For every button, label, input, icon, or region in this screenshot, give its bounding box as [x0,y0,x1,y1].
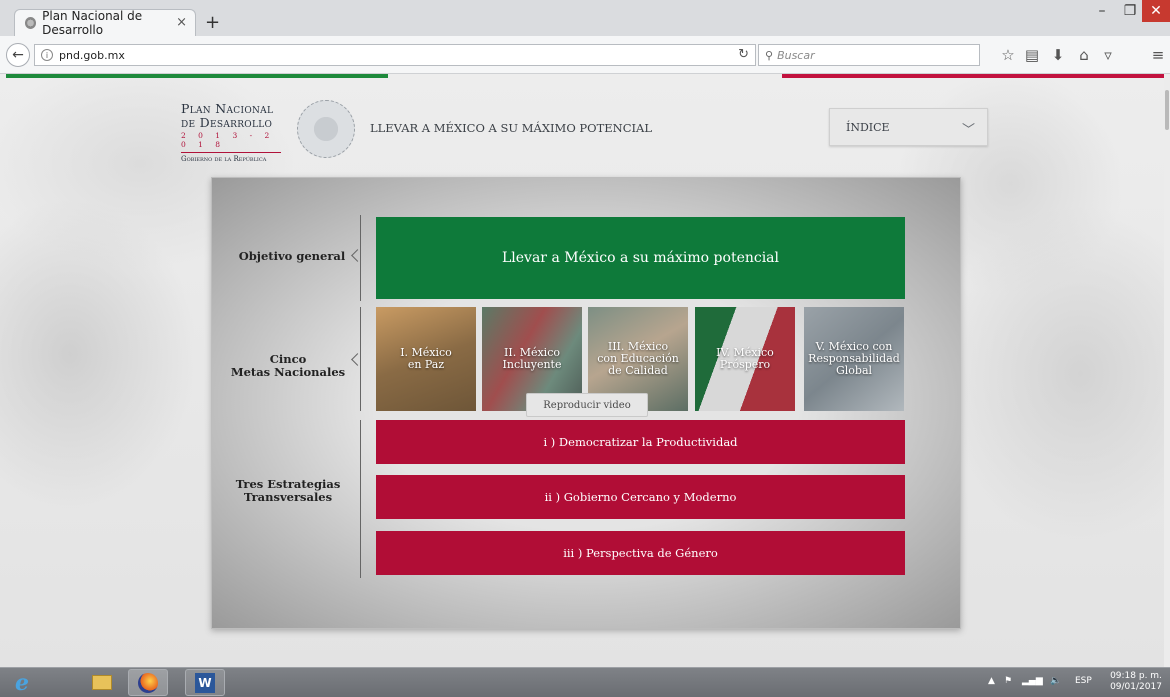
goal-3-line3: de Calidad [608,364,668,377]
windows-taskbar: e W ▲ ⚑ ▂▄▆ 🔈 ESP 09:18 p. m. 09/01/2017 [0,667,1170,697]
strategy-3-button[interactable]: iii ) Perspectiva de Género [376,531,905,575]
goal-2-line2: Incluyente [502,358,562,371]
search-icon: ⚲ [765,48,774,62]
system-clock[interactable]: 09:18 p. m. 09/01/2017 [1104,671,1168,693]
menu-icon[interactable]: ≡ [1148,46,1168,64]
goal-card-5[interactable]: V. México con Responsabilidad Global [804,307,904,411]
logo-rule [181,152,281,153]
strategy-1-button[interactable]: i ) Democratizar la Productividad [376,420,905,464]
back-button[interactable]: ← [6,43,30,67]
goals-label: Cinco Metas Nacionales [220,353,356,379]
goal-card-4[interactable]: IV. México Próspero [695,307,795,411]
goal-card-1[interactable]: I. México en Paz [376,307,476,411]
star-icon[interactable]: ☆ [998,46,1018,64]
strategy-2-button[interactable]: ii ) Gobierno Cercano y Moderno [376,475,905,519]
search-placeholder: Buscar [777,48,815,62]
pocket-icon[interactable]: ▿ [1098,46,1118,64]
new-tab-button[interactable]: + [205,12,220,33]
home-icon[interactable]: ⌂ [1074,46,1094,64]
language-indicator[interactable]: ESP [1075,676,1092,686]
window-maximize-button[interactable]: ❐ [1116,0,1144,22]
goal-1-line2: en Paz [407,358,445,371]
logo-years: 2 0 1 3 - 2 0 1 8 [181,131,275,149]
red-stripe [782,74,1166,78]
goals-label-line2: Metas Nacionales [230,365,346,379]
address-bar[interactable]: i pnd.gob.mx ↻ [34,44,756,66]
page-slogan: LLEVAR A MÉXICO A SU MÁXIMO POTENCIAL [370,121,652,135]
internet-explorer-icon[interactable]: e [2,669,42,696]
goals-bracket [351,307,364,411]
back-icon: ← [12,47,24,63]
browser-tabbar: Plan Nacional de Desarrollo × + – ❐ ✕ [0,0,1170,37]
strategies-label-line2: Transversales [243,490,333,504]
tab-title: Plan Nacional de Desarrollo [42,9,143,37]
goal-5-line3: Global [835,364,873,377]
window-close-button[interactable]: ✕ [1142,0,1170,22]
tab-close-icon[interactable]: × [176,15,187,30]
favicon-icon [25,17,37,29]
window-minimize-button[interactable]: – [1088,0,1116,22]
browser-navbar: ← i pnd.gob.mx ↻ ⚲ Buscar ☆ ▤ ⬇ ⌂ ▿ ≡ [0,36,1170,74]
green-stripe [6,74,388,78]
reading-list-icon[interactable]: ▤ [1022,46,1042,64]
flag-icon[interactable]: ⚑ [1004,676,1012,686]
chevron-down-icon: ﹀ [961,123,975,138]
page-content: Plan Nacional de Desarrollo 2 0 1 3 - 2 … [0,74,1170,667]
objective-label: Objetivo general [238,249,346,263]
url-text: pnd.gob.mx [59,48,125,62]
logo-line1: Plan Nacional [181,101,274,116]
page-scrollbar[interactable] [1164,74,1170,667]
logo-line2: de Desarrollo [181,115,273,130]
volume-icon[interactable]: 🔈 [1050,676,1061,686]
file-explorer-icon[interactable] [82,669,122,696]
info-icon[interactable]: i [41,49,53,61]
search-input[interactable]: ⚲ Buscar [758,44,980,66]
objective-bracket [351,215,364,301]
firefox-icon[interactable] [128,669,168,696]
pnd-logo[interactable]: Plan Nacional de Desarrollo 2 0 1 3 - 2 … [181,102,291,163]
network-icon[interactable]: ▂▄▆ [1022,676,1043,686]
logo-gov: Gobierno de la República [181,155,267,163]
strategies-label: Tres Estrategias Transversales [220,478,356,504]
goal-4-line2: Próspero [719,358,771,371]
national-seal-icon [297,100,355,158]
browser-tab[interactable]: Plan Nacional de Desarrollo × [14,9,196,37]
plan-panel: Objetivo general Llevar a México a su má… [211,177,961,629]
word-icon[interactable]: W [185,669,225,696]
reload-icon[interactable]: ↻ [738,47,749,62]
index-dropdown[interactable]: ÍNDICE ﹀ [829,108,988,146]
tray-arrow-icon[interactable]: ▲ [988,676,995,686]
scrollbar-thumb[interactable] [1165,90,1169,130]
strategies-bracket [360,420,361,578]
clock-date: 09/01/2017 [1110,682,1162,692]
clock-time: 09:18 p. m. [1110,671,1162,681]
objective-banner[interactable]: Llevar a México a su máximo potencial [376,217,905,299]
download-icon[interactable]: ⬇ [1048,46,1068,64]
index-label: ÍNDICE [846,120,890,134]
play-video-button[interactable]: Reproducir video [526,393,648,417]
